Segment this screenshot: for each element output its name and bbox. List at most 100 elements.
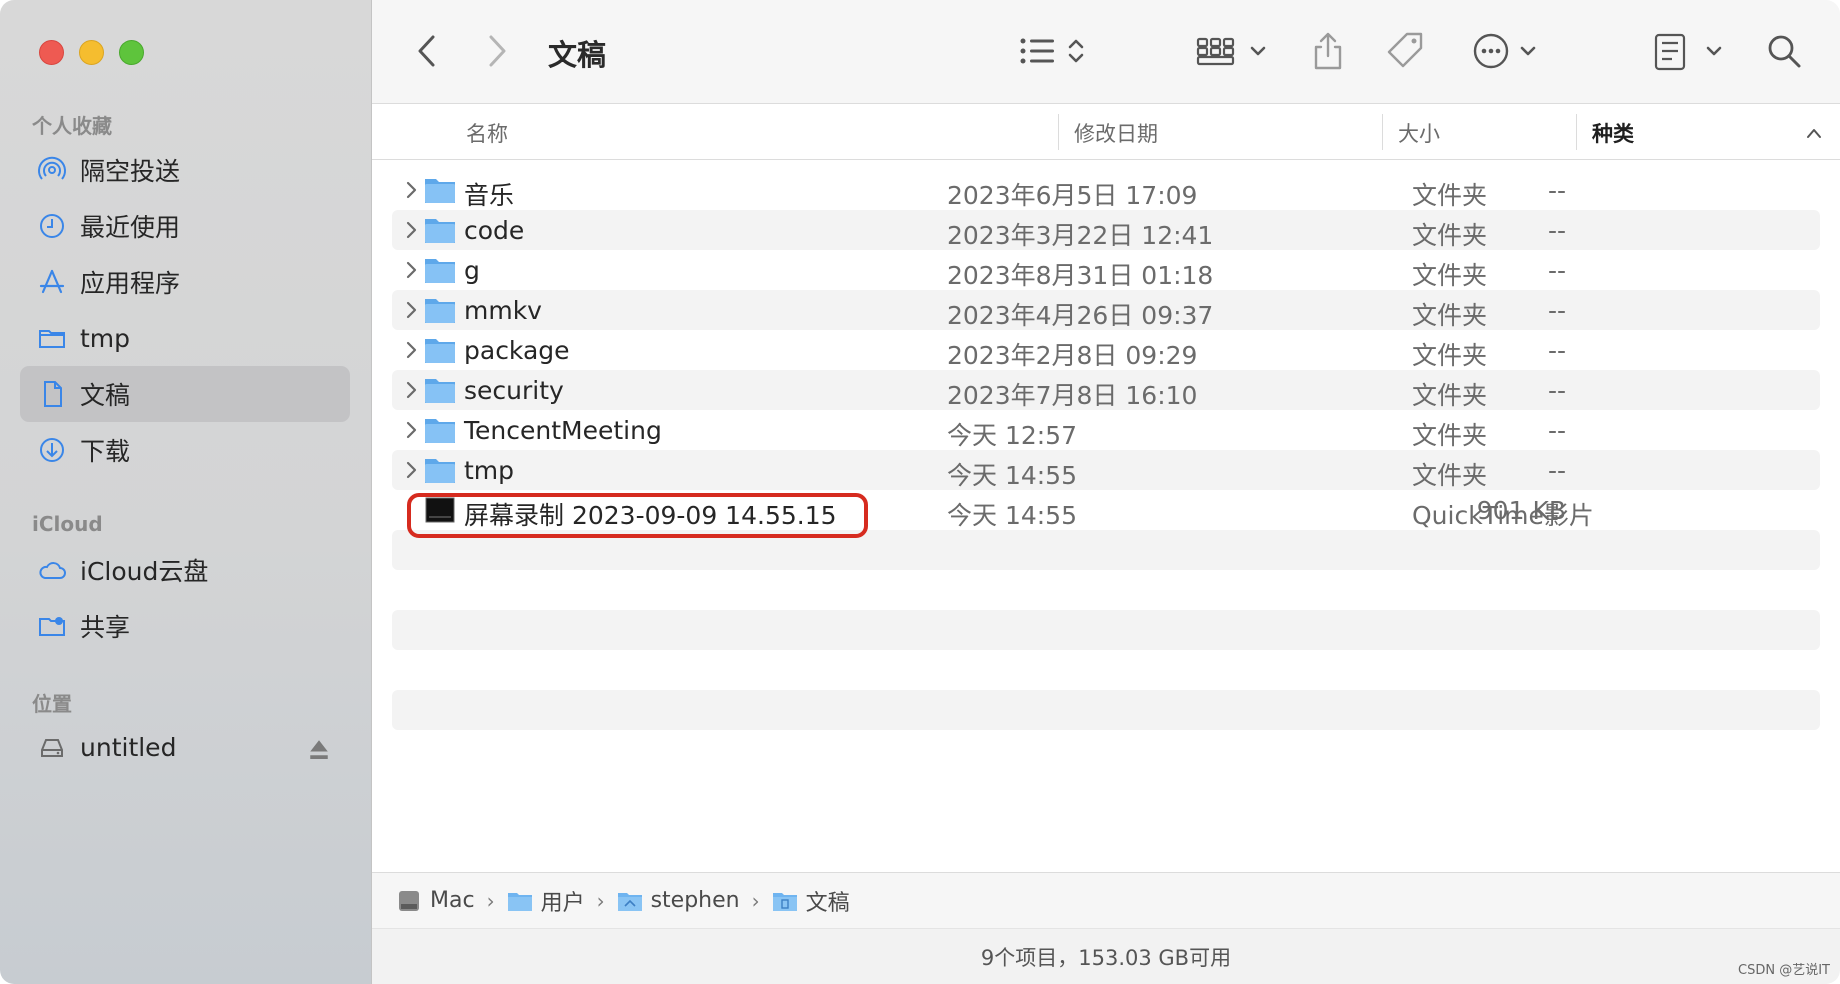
view-mode-button[interactable] (1018, 26, 1090, 76)
file-kind: 文件夹 (1412, 461, 1488, 490)
file-name: package (464, 336, 570, 365)
sort-ascending-icon[interactable] (1806, 120, 1822, 144)
path-item-mac[interactable]: Mac (396, 888, 475, 914)
sidebar-item-documents[interactable]: 文稿 (20, 366, 350, 422)
preview-icon (1654, 33, 1722, 71)
file-row[interactable]: code 2023年3月22日 12:41 -- 文件夹 (392, 210, 1820, 250)
file-row[interactable]: 音乐 2023年6月5日 17:09 -- 文件夹 (392, 170, 1820, 210)
path-bar: Mac › 用户 › stephen › 文稿 (372, 872, 1840, 928)
file-name: TencentMeeting (464, 416, 662, 445)
file-kind: 文件夹 (1412, 301, 1488, 330)
disclosure-triangle-icon[interactable] (404, 179, 418, 201)
eject-icon[interactable] (304, 734, 328, 759)
empty-row (392, 650, 1820, 690)
column-size[interactable]: 大小 (1398, 118, 1440, 148)
path-label: 用户 (540, 890, 585, 916)
file-kind: 文件夹 (1412, 221, 1488, 250)
zoom-window-button[interactable] (119, 40, 144, 65)
path-item-home[interactable]: stephen (617, 888, 740, 913)
disclosure-triangle-icon[interactable] (404, 459, 418, 481)
column-divider[interactable] (1576, 114, 1577, 150)
path-item-users[interactable]: 用户 (507, 885, 585, 917)
sidebar-item-recents[interactable]: 最近使用 (20, 198, 350, 254)
share-button[interactable] (1308, 26, 1348, 76)
file-row[interactable]: package 2023年2月8日 09:29 -- 文件夹 (392, 330, 1820, 370)
disclosure-triangle-icon[interactable] (404, 339, 418, 361)
sidebar-item-label: 应用程序 (80, 269, 181, 298)
clock-icon (36, 210, 68, 242)
sidebar-item-applications[interactable]: 应用程序 (20, 254, 350, 310)
file-row[interactable]: TencentMeeting 今天 12:57 -- 文件夹 (392, 410, 1820, 450)
cloud-icon (36, 554, 68, 586)
file-size: -- (1547, 176, 1566, 205)
tag-icon (1387, 32, 1423, 68)
sidebar-item-label: iCloud云盘 (80, 557, 209, 586)
disclosure-triangle-icon[interactable] (404, 379, 418, 401)
file-name: security (464, 376, 564, 405)
preview-pane-button[interactable] (1652, 26, 1728, 76)
disclosure-triangle-icon[interactable] (404, 299, 418, 321)
folder-icon (424, 336, 456, 364)
sidebar-item-label: 文稿 (80, 381, 131, 410)
folder-icon (424, 296, 456, 324)
file-date: 2023年6月5日 17:09 (947, 181, 1198, 210)
empty-row (392, 690, 1820, 730)
column-divider[interactable] (1058, 114, 1059, 150)
search-icon (1768, 35, 1801, 68)
back-button[interactable] (410, 26, 444, 76)
sidebar-item-airdrop[interactable]: 隔空投送 (20, 142, 350, 198)
more-actions-button[interactable] (1472, 26, 1542, 76)
file-date: 今天 14:55 (947, 501, 1077, 530)
file-kind: 文件夹 (1412, 341, 1488, 370)
forward-button[interactable] (480, 26, 514, 76)
file-size: -- (1547, 336, 1566, 365)
file-size: -- (1547, 216, 1566, 245)
file-kind: QuickTime影片 (1412, 501, 1594, 530)
file-size: -- (1547, 296, 1566, 325)
file-size: -- (1547, 376, 1566, 405)
disclosure-triangle-icon[interactable] (404, 259, 418, 281)
file-size: -- (1547, 416, 1566, 445)
list-view-icon (1020, 38, 1084, 64)
close-window-button[interactable] (39, 40, 64, 65)
sidebar-item-tmp[interactable]: tmp (20, 310, 350, 366)
search-button[interactable] (1764, 26, 1804, 76)
column-name[interactable]: 名称 (466, 118, 508, 148)
folder-icon (424, 376, 456, 404)
column-kind[interactable]: 种类 (1592, 118, 1634, 148)
file-row[interactable]: g 2023年8月31日 01:18 -- 文件夹 (392, 250, 1820, 290)
empty-row (392, 570, 1820, 610)
sidebar-item-downloads[interactable]: 下载 (20, 422, 350, 478)
file-row[interactable]: tmp 今天 14:55 -- 文件夹 (392, 450, 1820, 490)
watermark: CSDN @艺说IT (1738, 963, 1830, 978)
sidebar-item-untitled[interactable]: untitled (20, 719, 350, 775)
file-row[interactable]: mmkv 2023年4月26日 09:37 -- 文件夹 (392, 290, 1820, 330)
hard-drive-icon (399, 890, 419, 911)
file-date: 2023年2月8日 09:29 (947, 341, 1198, 370)
file-row[interactable]: security 2023年7月8日 16:10 -- 文件夹 (392, 370, 1820, 410)
file-name: g (464, 256, 480, 285)
home-folder-icon (617, 892, 642, 911)
path-item-documents[interactable]: 文稿 (772, 885, 850, 917)
sidebar-item-icloud-drive[interactable]: iCloud云盘 (20, 542, 350, 598)
folder-icon (424, 456, 456, 484)
sidebar-section-favorites: 个人收藏 (32, 114, 112, 138)
sidebar-section-locations: 位置 (32, 692, 72, 716)
path-separator-icon: › (486, 888, 495, 913)
sidebar-section-icloud: iCloud (32, 512, 103, 536)
ellipsis-circle-icon (1473, 33, 1536, 69)
sidebar-item-shared[interactable]: 共享 (20, 598, 350, 654)
disclosure-triangle-icon[interactable] (404, 419, 418, 441)
disclosure-triangle-icon[interactable] (404, 219, 418, 241)
file-kind: 文件夹 (1412, 381, 1488, 410)
sidebar-item-label: 下载 (80, 437, 131, 466)
group-button[interactable] (1196, 26, 1270, 76)
path-label: Mac (430, 888, 475, 913)
toolbar: 文稿 (372, 0, 1840, 104)
folder-icon (424, 176, 456, 204)
minimize-window-button[interactable] (79, 40, 104, 65)
column-date[interactable]: 修改日期 (1074, 118, 1158, 148)
column-divider[interactable] (1382, 114, 1383, 150)
tags-button[interactable] (1384, 26, 1428, 76)
file-name: 音乐 (464, 181, 515, 210)
